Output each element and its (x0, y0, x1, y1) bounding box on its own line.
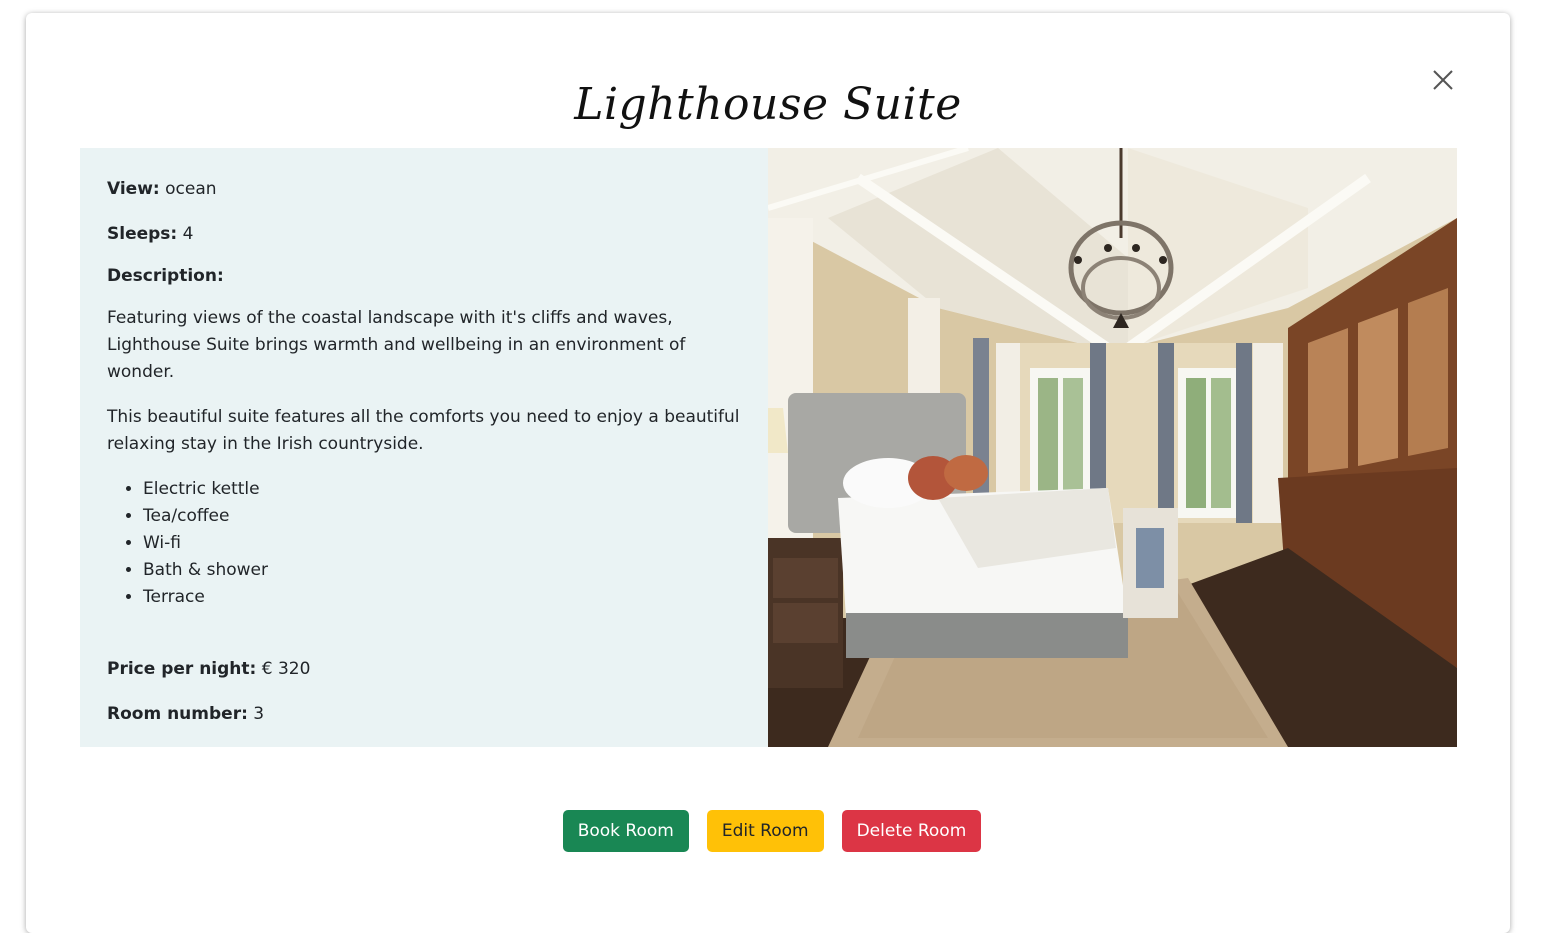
description-row: Description: (107, 263, 742, 290)
description-paragraph: Featuring views of the coastal landscape… (107, 308, 686, 382)
sleeps-label: Sleeps: (107, 224, 178, 244)
room-detail-modal: Lighthouse Suite View: ocean Sleeps: 4 D… (26, 13, 1510, 933)
close-icon (1433, 70, 1453, 90)
book-room-button[interactable]: Book Room (562, 810, 689, 852)
edit-room-button[interactable]: Edit Room (706, 810, 824, 852)
price-row: Price per night: € 320 (107, 656, 742, 683)
sleeps-value: 4 (182, 224, 194, 244)
description-paragraph: This beautiful suite features all the co… (107, 407, 740, 454)
description-label: Description: (107, 266, 224, 286)
room-number-value: 3 (253, 704, 265, 724)
amenity-item: Bath & shower (143, 557, 742, 584)
close-button[interactable] (1430, 67, 1456, 93)
amenity-item: Electric kettle (143, 476, 742, 503)
amenity-item: Terrace (143, 584, 742, 611)
delete-room-button[interactable]: Delete Room (841, 810, 982, 852)
price-label: Price per night: (107, 659, 257, 679)
room-photo (768, 148, 1457, 747)
room-info-panel: View: ocean Sleeps: 4 Description: Featu… (80, 148, 768, 747)
room-number-label: Room number: (107, 704, 248, 724)
amenity-item: Wi-fi (143, 530, 742, 557)
amenities-list: Electric kettle Tea/coffee Wi-fi Bath & … (107, 476, 742, 611)
modal-title: Lighthouse Suite (574, 79, 962, 130)
room-number-row: Room number: 3 (107, 701, 742, 728)
view-label: View: (107, 179, 160, 199)
sleeps-row: Sleeps: 4 (107, 221, 742, 248)
amenity-item: Tea/coffee (143, 503, 742, 530)
price-value: € 320 (261, 659, 311, 679)
action-buttons: Book Room Edit Room Delete Room (26, 810, 1510, 852)
view-value: ocean (165, 179, 217, 199)
view-row: View: ocean (107, 176, 742, 203)
